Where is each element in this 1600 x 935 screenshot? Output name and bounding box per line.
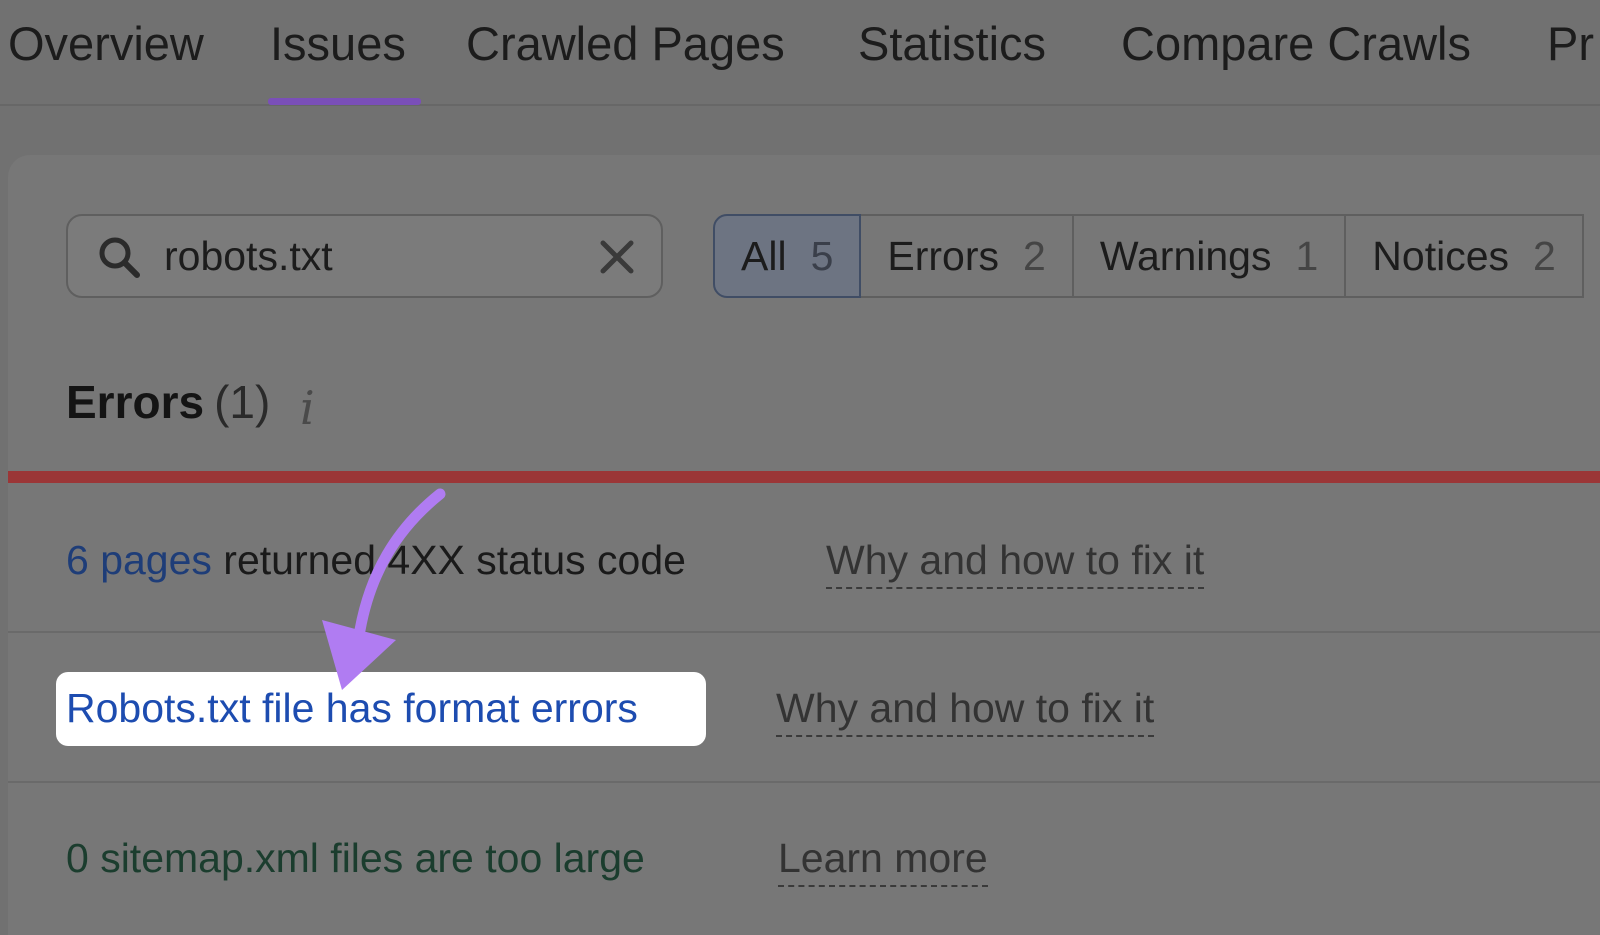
section-title-text: Errors — [66, 376, 205, 428]
filter-label: Errors — [887, 232, 999, 279]
filter-count: 5 — [810, 232, 834, 279]
search-input[interactable] — [164, 230, 564, 282]
search-icon — [99, 237, 140, 278]
filter-count: 1 — [1295, 232, 1319, 279]
filter-all[interactable]: All 5 — [713, 214, 862, 298]
filter-count: 2 — [1023, 232, 1046, 279]
annotation-arrow-icon — [322, 488, 446, 690]
clear-icon[interactable] — [596, 236, 638, 278]
tab-bar: Overview Issues Crawled Pages Statistics… — [0, 0, 1600, 106]
filter-notices[interactable]: Notices 2 — [1346, 214, 1584, 298]
why-and-how-link[interactable]: Why and how to fix it — [826, 533, 1205, 589]
info-icon[interactable]: i — [300, 382, 315, 434]
error-severity-bar — [8, 471, 1600, 483]
learn-more-link[interactable]: Learn more — [778, 831, 988, 887]
section-count: (1) — [214, 376, 271, 428]
tab-crawled-pages[interactable]: Crawled Pages — [466, 14, 785, 74]
issue-row: 0 sitemap.xml files are too large Learn … — [8, 783, 1600, 933]
tab-pr[interactable]: Pr — [1547, 14, 1594, 74]
filter-label: All — [741, 232, 787, 279]
issue-row: 6 pages returned 4XX status code Why and… — [8, 483, 1600, 633]
filter-warnings[interactable]: Warnings 1 — [1073, 214, 1347, 298]
sitemap-issue-link[interactable]: 0 sitemap.xml files are too large — [66, 831, 645, 885]
search-box[interactable] — [66, 214, 663, 298]
tab-compare-crawls[interactable]: Compare Crawls — [1121, 14, 1471, 74]
section-title: Errors (1) — [66, 372, 270, 432]
tab-statistics[interactable]: Statistics — [858, 14, 1046, 74]
active-tab-indicator — [268, 98, 421, 105]
tab-issues[interactable]: Issues — [270, 14, 406, 74]
tab-overview[interactable]: Overview — [8, 14, 204, 74]
why-and-how-link[interactable]: Why and how to fix it — [776, 681, 1155, 737]
severity-filter: All 5 Errors 2 Warnings 1 Notices 2 — [713, 214, 1584, 298]
filter-label: Notices — [1372, 232, 1509, 279]
issue-pages-link[interactable]: 6 pages — [66, 537, 212, 583]
filter-count: 2 — [1533, 232, 1556, 279]
filter-label: Warnings — [1099, 232, 1272, 279]
filter-errors[interactable]: Errors 2 — [861, 214, 1074, 298]
